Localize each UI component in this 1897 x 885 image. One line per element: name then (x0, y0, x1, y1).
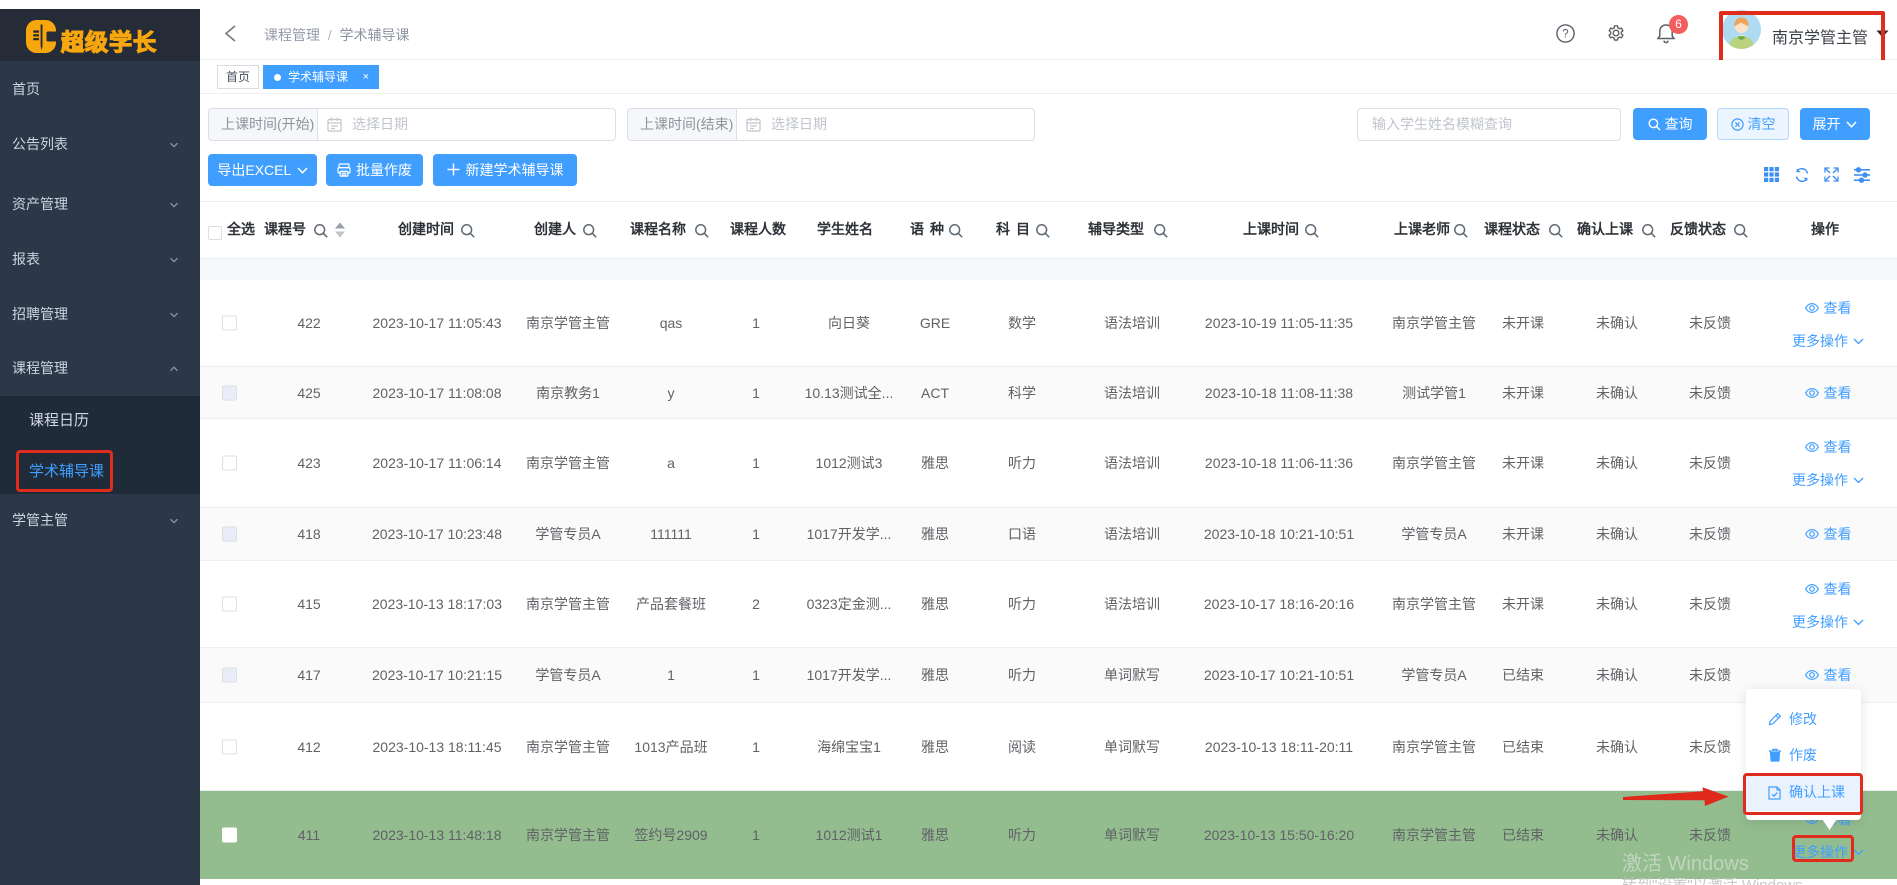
svg-text:?: ? (1562, 29, 1568, 41)
